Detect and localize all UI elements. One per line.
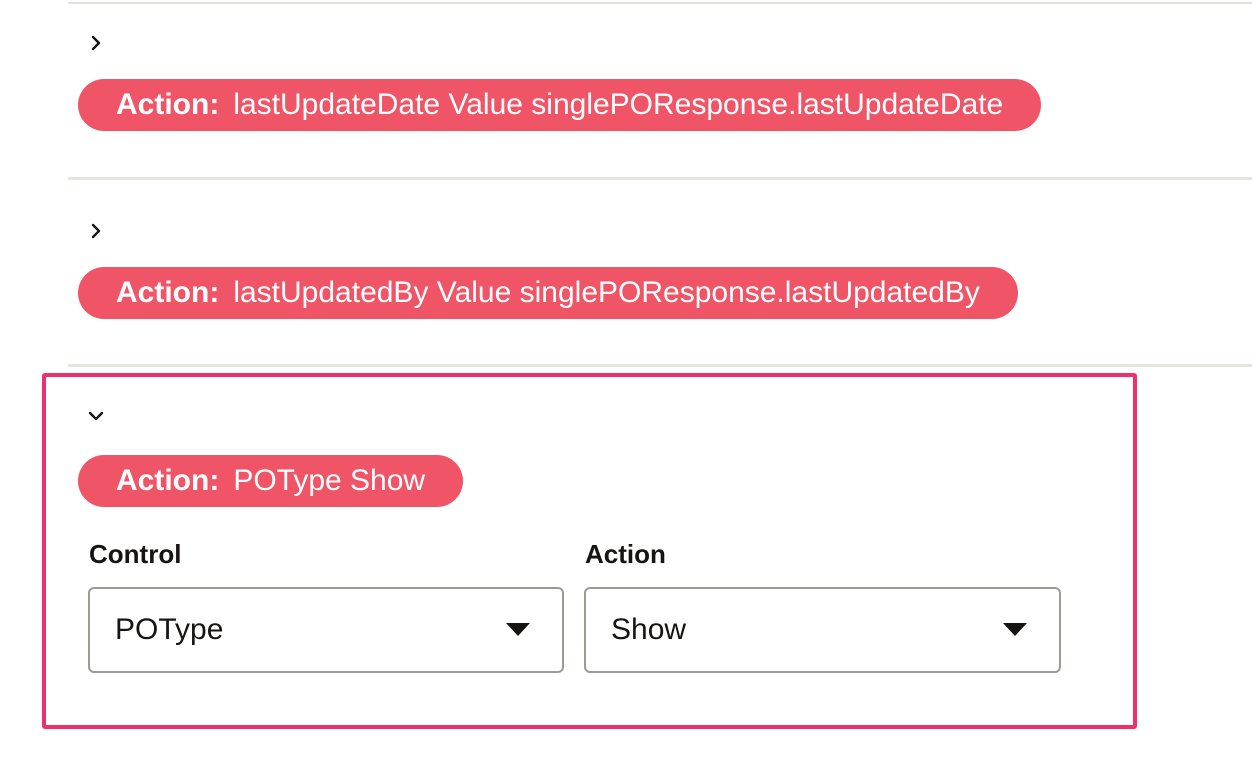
dropdown-caret-icon — [506, 623, 530, 636]
action-pill-prefix: Action: — [116, 464, 220, 497]
chevron-right-icon — [87, 34, 105, 52]
action-label: Action — [585, 539, 666, 569]
expand-toggle-rule-1[interactable] — [82, 29, 110, 57]
action-select[interactable]: Show — [584, 587, 1061, 673]
divider — [68, 177, 1252, 180]
action-pill-text: lastUpdatedBy Value singlePOResponse.las… — [233, 276, 980, 309]
control-select-value: POType — [115, 613, 224, 646]
rules-panel: Action: lastUpdateDate Value singlePORes… — [0, 0, 1252, 770]
action-pill-prefix: Action: — [116, 276, 220, 309]
action-pill-prefix: Action: — [116, 88, 220, 121]
control-select[interactable]: POType — [88, 587, 564, 673]
action-pill-text: POType Show — [233, 464, 426, 497]
divider — [68, 364, 1252, 367]
action-pill-rule-2[interactable]: Action: lastUpdatedBy Value singlePOResp… — [78, 267, 1018, 319]
action-select-value: Show — [611, 613, 687, 646]
action-pill-rule-1[interactable]: Action: lastUpdateDate Value singlePORes… — [78, 79, 1042, 131]
control-label: Control — [89, 539, 182, 569]
divider — [68, 2, 1252, 4]
chevron-down-icon — [87, 407, 105, 425]
collapse-toggle-rule-3[interactable] — [82, 402, 110, 430]
chevron-right-icon — [87, 222, 105, 240]
action-pill-text: lastUpdateDate Value singlePOResponse.la… — [233, 88, 1004, 121]
expand-toggle-rule-2[interactable] — [82, 217, 110, 245]
action-pill-rule-3[interactable]: Action: POType Show — [78, 455, 464, 507]
dropdown-caret-icon — [1003, 623, 1027, 636]
